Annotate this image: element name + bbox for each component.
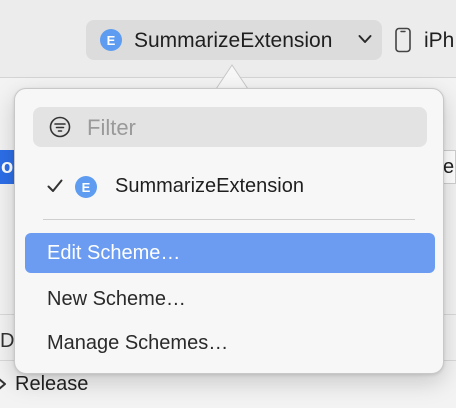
scheme-list-item-label: SummarizeExtension: [115, 175, 304, 197]
popover-arrow: [216, 64, 248, 90]
scheme-popover-menu: Filter E SummarizeExtension Edit Scheme……: [14, 88, 444, 374]
release-label: Release: [15, 372, 89, 395]
background-selected-tab[interactable]: o: [0, 150, 14, 184]
xcode-window: E SummarizeExtension iPh o e D Release F…: [0, 0, 456, 408]
menu-separator: [43, 219, 415, 220]
chevron-right-icon: [0, 378, 6, 390]
active-scheme-name: SummarizeExtension: [134, 29, 333, 52]
chevron-down-icon: [358, 35, 372, 43]
scheme-list-item[interactable]: E SummarizeExtension: [15, 169, 445, 205]
scheme-selector[interactable]: E SummarizeExtension: [86, 20, 382, 60]
filter-icon: [49, 116, 71, 138]
new-scheme-menu-item[interactable]: New Scheme…: [25, 279, 435, 319]
manage-schemes-menu-item[interactable]: Manage Schemes…: [25, 323, 435, 363]
checkmark-icon: [47, 179, 63, 192]
edit-scheme-menu-item[interactable]: Edit Scheme…: [25, 233, 435, 273]
extension-target-icon: E: [100, 29, 122, 51]
filter-field[interactable]: Filter: [33, 107, 427, 147]
extension-target-icon: E: [75, 176, 97, 198]
filter-placeholder: Filter: [87, 115, 136, 140]
iphone-device-icon[interactable]: [394, 27, 412, 53]
release-configuration-row[interactable]: Release: [0, 372, 88, 396]
run-destination-name[interactable]: iPh: [424, 29, 454, 53]
background-row-text: D: [0, 330, 14, 352]
